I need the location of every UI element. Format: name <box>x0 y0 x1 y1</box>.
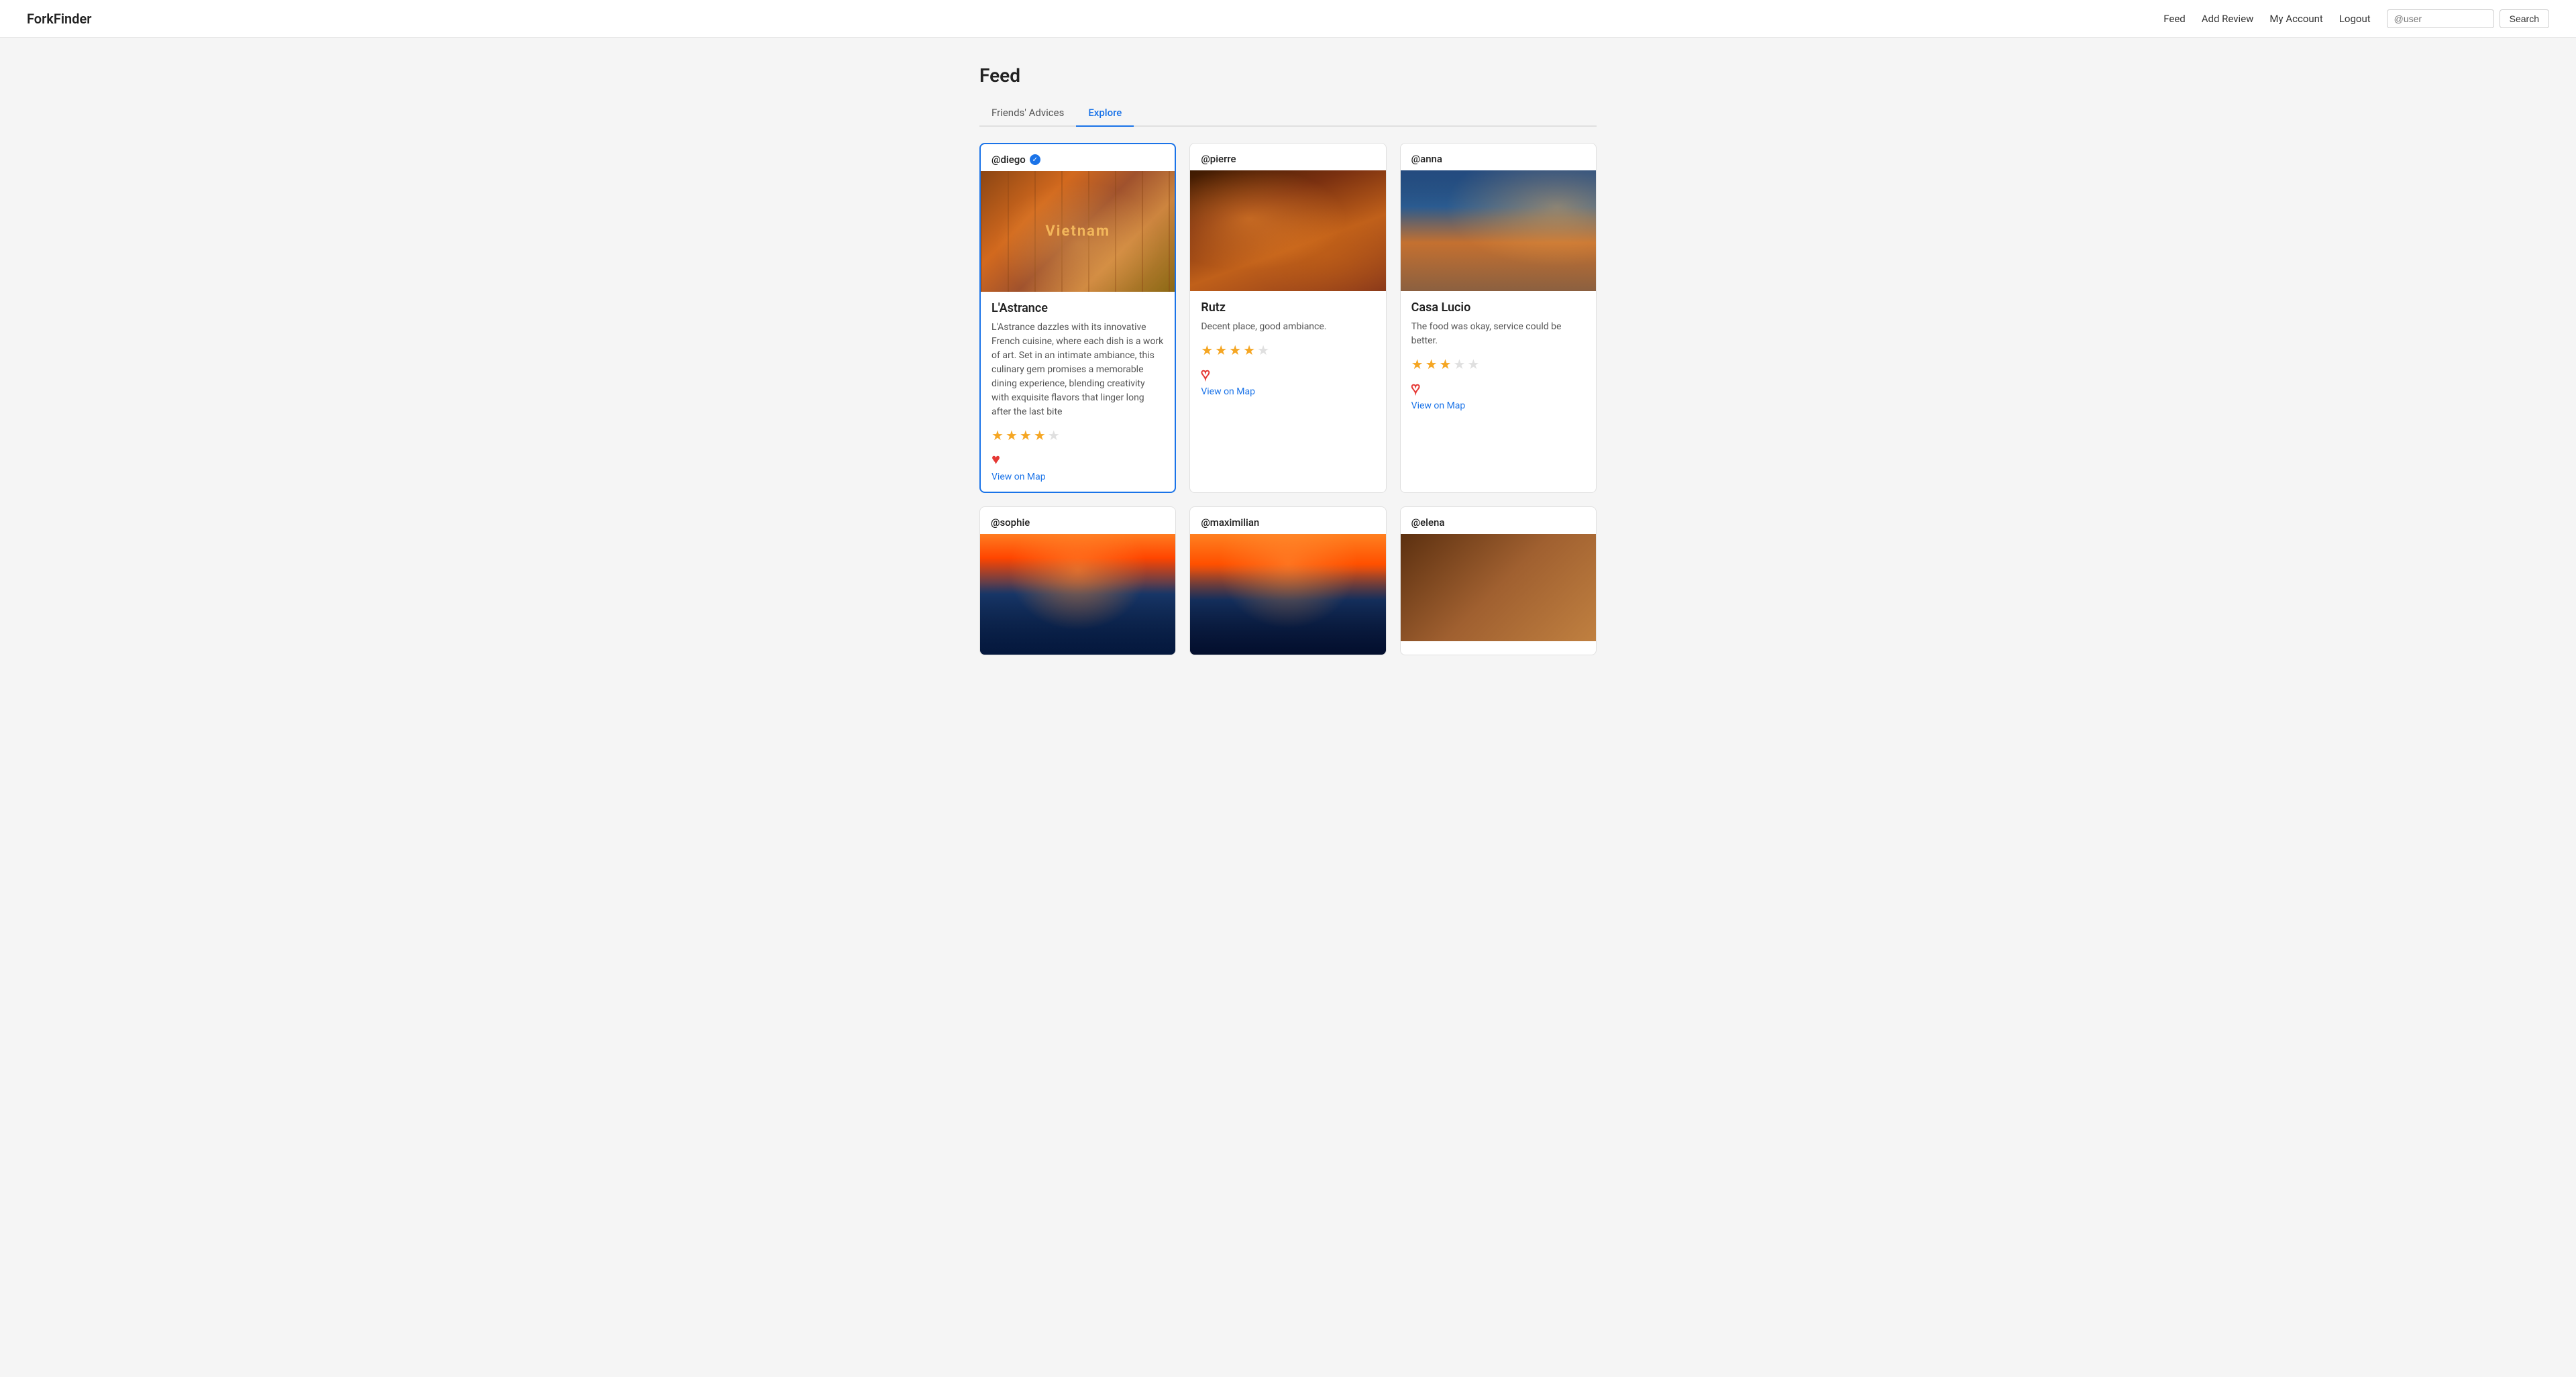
search-form: Search <box>2387 9 2549 28</box>
card-actions-pierre: ♥ View on Map <box>1201 368 1375 397</box>
star-4: ★ <box>1034 427 1046 443</box>
like-button-diego[interactable]: ♥ <box>991 453 1000 467</box>
card-image-sophie <box>980 534 1175 655</box>
star-5: ★ <box>1467 356 1479 372</box>
review-text-pierre: Decent place, good ambiance. <box>1201 320 1375 334</box>
card-image-anna <box>1401 170 1596 291</box>
card-user-elena: @elena <box>1411 516 1445 529</box>
card-elena: @elena <box>1400 506 1597 655</box>
star-2: ★ <box>1426 356 1438 372</box>
star-1: ★ <box>1201 342 1213 358</box>
search-input[interactable] <box>2387 9 2494 28</box>
restaurant-name-pierre: Rutz <box>1201 300 1375 315</box>
star-1: ★ <box>1411 356 1424 372</box>
card-body-diego: L'Astrance L'Astrance dazzles with its i… <box>981 292 1175 492</box>
nav-logout[interactable]: Logout <box>2339 13 2371 25</box>
nav-add-review[interactable]: Add Review <box>2202 13 2254 25</box>
restaurant-name-anna: Casa Lucio <box>1411 300 1585 315</box>
stars-diego: ★ ★ ★ ★ ★ <box>991 427 1164 443</box>
view-on-map-pierre[interactable]: View on Map <box>1201 386 1255 397</box>
star-4: ★ <box>1453 356 1465 372</box>
card-body-anna: Casa Lucio The food was okay, service co… <box>1401 291 1596 421</box>
nav-my-account[interactable]: My Account <box>2269 13 2322 25</box>
star-1: ★ <box>991 427 1004 443</box>
star-5: ★ <box>1257 342 1269 358</box>
search-button[interactable]: Search <box>2500 9 2549 28</box>
star-3: ★ <box>1020 427 1032 443</box>
star-2: ★ <box>1006 427 1018 443</box>
card-actions-anna: ♥ View on Map <box>1411 382 1585 411</box>
card-header-sophie: @sophie <box>980 507 1175 534</box>
card-anna: @anna Casa Lucio The food was okay, serv… <box>1400 143 1597 493</box>
tabs: Friends' Advices Explore <box>979 100 1597 127</box>
star-3: ★ <box>1440 356 1452 372</box>
tab-friends-advices[interactable]: Friends' Advices <box>979 100 1076 127</box>
card-sophie: @sophie <box>979 506 1176 655</box>
card-header-pierre: @pierre <box>1190 144 1385 170</box>
card-user-pierre: @pierre <box>1201 153 1236 165</box>
card-maximilian: @maximilian <box>1189 506 1386 655</box>
page-title: Feed <box>979 64 1597 87</box>
cards-grid: @diego ✓ L'Astrance L'Astrance dazzles w… <box>979 143 1597 655</box>
like-button-anna[interactable]: ♥ <box>1411 382 1420 396</box>
card-user-sophie: @sophie <box>991 516 1030 529</box>
review-text-anna: The food was okay, service could be bett… <box>1411 320 1585 348</box>
verified-icon-diego: ✓ <box>1030 154 1040 165</box>
review-text-diego: L'Astrance dazzles with its innovative F… <box>991 321 1164 419</box>
nav-feed[interactable]: Feed <box>2163 13 2186 25</box>
logo: ForkFinder <box>27 11 91 27</box>
star-4: ★ <box>1243 342 1255 358</box>
nav: Feed Add Review My Account Logout Search <box>2163 9 2549 28</box>
stars-pierre: ★ ★ ★ ★ ★ <box>1201 342 1375 358</box>
header: ForkFinder Feed Add Review My Account Lo… <box>0 0 2576 38</box>
star-3: ★ <box>1229 342 1241 358</box>
card-header-maximilian: @maximilian <box>1190 507 1385 534</box>
card-image-elena <box>1401 534 1596 641</box>
card-diego: @diego ✓ L'Astrance L'Astrance dazzles w… <box>979 143 1176 493</box>
card-pierre: @pierre Rutz Decent place, good ambiance… <box>1189 143 1386 493</box>
card-header-elena: @elena <box>1401 507 1596 534</box>
like-button-pierre[interactable]: ♥ <box>1201 368 1210 382</box>
stars-anna: ★ ★ ★ ★ ★ <box>1411 356 1585 372</box>
card-header-diego: @diego ✓ <box>981 144 1175 171</box>
view-on-map-anna[interactable]: View on Map <box>1411 400 1466 411</box>
card-user-anna: @anna <box>1411 153 1442 165</box>
star-5: ★ <box>1048 427 1060 443</box>
star-2: ★ <box>1215 342 1227 358</box>
card-header-anna: @anna <box>1401 144 1596 170</box>
card-user-diego: @diego <box>991 154 1026 166</box>
card-image-diego <box>981 171 1175 292</box>
restaurant-name-diego: L'Astrance <box>991 301 1164 315</box>
card-user-maximilian: @maximilian <box>1201 516 1259 529</box>
view-on-map-diego[interactable]: View on Map <box>991 472 1046 482</box>
tab-explore[interactable]: Explore <box>1076 100 1134 127</box>
card-image-maximilian <box>1190 534 1385 655</box>
card-actions-diego: ♥ View on Map <box>991 453 1164 482</box>
main-content: Feed Friends' Advices Explore @diego ✓ L… <box>966 38 1610 682</box>
card-body-pierre: Rutz Decent place, good ambiance. ★ ★ ★ … <box>1190 291 1385 406</box>
card-image-pierre <box>1190 170 1385 291</box>
